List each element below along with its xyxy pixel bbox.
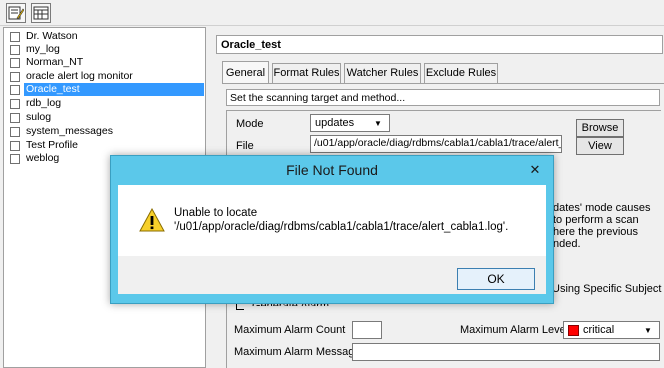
- browse-button[interactable]: Browse: [576, 119, 624, 137]
- generate-alarm-checkbox[interactable]: [236, 304, 244, 310]
- list-item-label: sulog: [26, 111, 52, 123]
- warning-icon: [139, 208, 165, 232]
- list-item-checkbox[interactable]: [10, 71, 20, 82]
- list-item[interactable]: Norman_NT: [4, 56, 204, 69]
- hint-line: dates' mode causes: [553, 202, 651, 214]
- tab-format-rules[interactable]: Format Rules: [272, 63, 341, 83]
- max-alarm-message-label: Maximum Alarm Message: [234, 346, 361, 358]
- list-item-label: Test Profile: [26, 139, 78, 151]
- hint-line: here the previous: [553, 226, 638, 238]
- list-item-checkbox[interactable]: [10, 112, 20, 123]
- max-alarm-level-value: critical: [568, 324, 614, 336]
- max-alarm-level-text: critical: [583, 324, 615, 336]
- list-item-label: Oracle_test: [24, 83, 204, 96]
- calendar-button[interactable]: [31, 3, 51, 23]
- list-item-label: weblog: [26, 152, 60, 164]
- max-alarm-level-select[interactable]: critical ▼: [563, 321, 660, 339]
- list-item[interactable]: oracle alert log monitor: [4, 70, 204, 83]
- mode-select-value: updates: [315, 117, 355, 129]
- list-item-checkbox[interactable]: [10, 153, 20, 164]
- list-item[interactable]: sulog: [4, 111, 204, 124]
- mode-select[interactable]: updates ▼: [310, 114, 390, 132]
- grid-icon: [33, 6, 49, 20]
- tab-general[interactable]: General: [222, 61, 269, 83]
- list-item-label: oracle alert log monitor: [26, 70, 133, 82]
- list-item-label: Dr. Watson: [26, 30, 78, 42]
- tab-description: Set the scanning target and method...: [226, 89, 660, 106]
- list-item[interactable]: Test Profile: [4, 139, 204, 152]
- list-item[interactable]: rdb_log: [4, 97, 204, 110]
- edit-profile-button[interactable]: [6, 3, 26, 23]
- severity-color-swatch: [568, 324, 579, 336]
- view-button[interactable]: View: [576, 137, 624, 155]
- list-item-checkbox[interactable]: [10, 84, 20, 95]
- dialog-title: File Not Found: [286, 162, 378, 178]
- list-item-checkbox[interactable]: [10, 140, 20, 151]
- list-item-checkbox[interactable]: [10, 98, 20, 109]
- file-label: File: [236, 140, 254, 152]
- chevron-down-icon: ▼: [644, 325, 652, 335]
- list-item-label: rdb_log: [26, 97, 62, 109]
- close-icon[interactable]: ✕: [523, 160, 547, 180]
- tab-watcher-rules[interactable]: Watcher Rules: [344, 63, 421, 83]
- list-item-checkbox[interactable]: [10, 126, 20, 137]
- tab-exclude-rules[interactable]: Exclude Rules: [424, 63, 498, 83]
- list-item[interactable]: my_log: [4, 43, 204, 56]
- list-item-label: my_log: [26, 43, 60, 55]
- mode-label: Mode: [236, 118, 264, 130]
- list-item-label: system_messages: [26, 125, 113, 137]
- list-item-selected[interactable]: Oracle_test: [4, 83, 204, 96]
- max-alarm-count-input[interactable]: [352, 321, 382, 339]
- ok-button[interactable]: OK: [457, 268, 535, 290]
- list-item-checkbox[interactable]: [10, 44, 20, 55]
- hint-line: nded.: [553, 238, 581, 250]
- list-item-label: Norman_NT: [26, 56, 84, 68]
- toolbar: [0, 0, 664, 26]
- edit-icon: [8, 6, 24, 20]
- max-alarm-level-label: Maximum Alarm Level: [460, 324, 569, 336]
- chevron-down-icon: ▼: [374, 118, 382, 128]
- list-item[interactable]: system_messages: [4, 125, 204, 138]
- file-path-input[interactable]: /u01/app/oracle/diag/rdbms/cabla1/cabla1…: [310, 135, 562, 153]
- max-alarm-count-label: Maximum Alarm Count: [234, 324, 346, 336]
- subject-label: Using Specific Subject: [552, 283, 662, 295]
- list-item[interactable]: Dr. Watson: [4, 30, 204, 43]
- list-item-checkbox[interactable]: [10, 57, 20, 68]
- dialog-message-line2: '/u01/app/oracle/diag/rdbms/cabla1/cabla…: [174, 221, 509, 233]
- file-not-found-dialog: File Not Found ✕ Unable to locate '/u01/…: [110, 155, 554, 304]
- dialog-message-line1: Unable to locate: [174, 207, 258, 219]
- hint-line: to perform a scan: [553, 214, 639, 226]
- tab-divider: [222, 83, 664, 84]
- profile-title: Oracle_test: [216, 35, 663, 54]
- list-item-checkbox[interactable]: [10, 31, 20, 42]
- max-alarm-message-input[interactable]: [352, 343, 660, 361]
